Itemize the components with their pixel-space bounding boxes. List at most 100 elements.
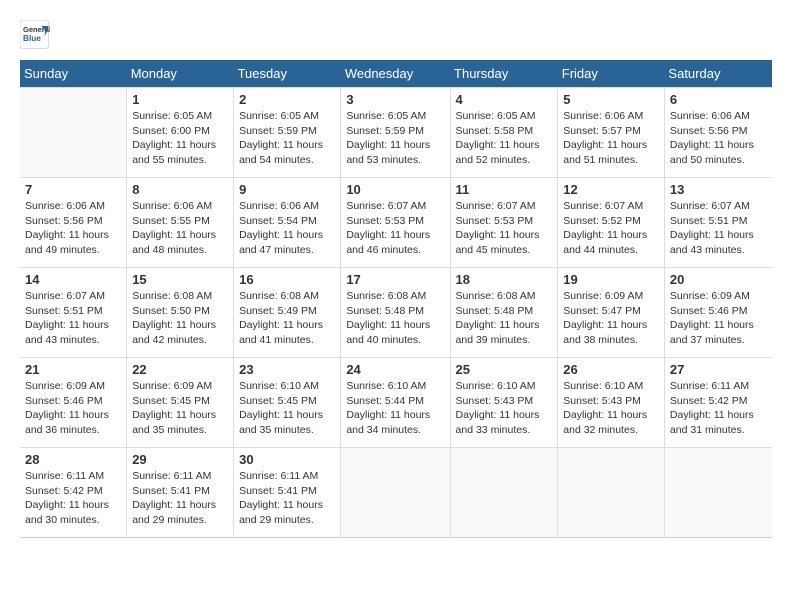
day-number: 13 — [670, 182, 767, 197]
calendar-cell: 30 Sunrise: 6:11 AMSunset: 5:41 PMDayligh… — [234, 448, 341, 538]
weekday-header-tuesday: Tuesday — [234, 60, 341, 88]
day-number: 19 — [563, 272, 659, 287]
calendar-week-2: 14 Sunrise: 6:07 AMSunset: 5:51 PMDayligh… — [20, 268, 772, 358]
day-info: Sunrise: 6:09 AMSunset: 5:46 PMDaylight:… — [25, 379, 121, 438]
day-info: Sunrise: 6:08 AMSunset: 5:49 PMDaylight:… — [239, 289, 335, 348]
day-number: 17 — [346, 272, 444, 287]
day-number: 30 — [239, 452, 335, 467]
calendar-cell: 24 Sunrise: 6:10 AMSunset: 5:44 PMDayligh… — [341, 358, 450, 448]
calendar-cell: 9 Sunrise: 6:06 AMSunset: 5:54 PMDaylight… — [234, 178, 341, 268]
svg-text:Blue: Blue — [23, 34, 41, 43]
day-info: Sunrise: 6:06 AMSunset: 5:56 PMDaylight:… — [25, 199, 121, 258]
day-number: 6 — [670, 92, 767, 107]
day-number: 1 — [132, 92, 228, 107]
calendar-cell: 10 Sunrise: 6:07 AMSunset: 5:53 PMDayligh… — [341, 178, 450, 268]
calendar-cell: 17 Sunrise: 6:08 AMSunset: 5:48 PMDayligh… — [341, 268, 450, 358]
calendar-cell: 11 Sunrise: 6:07 AMSunset: 5:53 PMDayligh… — [450, 178, 558, 268]
day-info: Sunrise: 6:07 AMSunset: 5:53 PMDaylight:… — [346, 199, 444, 258]
day-info: Sunrise: 6:05 AMSunset: 5:59 PMDaylight:… — [239, 109, 335, 168]
day-info: Sunrise: 6:06 AMSunset: 5:55 PMDaylight:… — [132, 199, 228, 258]
day-number: 4 — [456, 92, 553, 107]
day-info: Sunrise: 6:06 AMSunset: 5:57 PMDaylight:… — [563, 109, 659, 168]
day-info: Sunrise: 6:10 AMSunset: 5:43 PMDaylight:… — [456, 379, 553, 438]
day-info: Sunrise: 6:06 AMSunset: 5:56 PMDaylight:… — [670, 109, 767, 168]
day-info: Sunrise: 6:05 AMSunset: 5:59 PMDaylight:… — [346, 109, 444, 168]
calendar-cell: 18Sunrise: 6:08 AMSunset: 5:48 PMDayligh… — [450, 268, 558, 358]
day-info: Sunrise: 6:11 AMSunset: 5:42 PMDaylight:… — [670, 379, 767, 438]
logo-icon: General Blue — [20, 20, 50, 50]
calendar-cell: 5Sunrise: 6:06 AMSunset: 5:57 PMDaylight… — [558, 88, 665, 178]
day-number: 3 — [346, 92, 444, 107]
calendar-cell: 8 Sunrise: 6:06 AMSunset: 5:55 PMDaylight… — [127, 178, 234, 268]
day-number: 27 — [670, 362, 767, 377]
weekday-header-friday: Friday — [558, 60, 665, 88]
calendar-cell: 4 Sunrise: 6:05 AMSunset: 5:58 PMDaylight… — [450, 88, 558, 178]
day-info: Sunrise: 6:08 AMSunset: 5:50 PMDaylight:… — [132, 289, 228, 348]
day-number: 20 — [670, 272, 767, 287]
calendar-cell: 15 Sunrise: 6:08 AMSunset: 5:50 PMDayligh… — [127, 268, 234, 358]
calendar-cell: 22 Sunrise: 6:09 AMSunset: 5:45 PMDayligh… — [127, 358, 234, 448]
day-info: Sunrise: 6:10 AMSunset: 5:43 PMDaylight:… — [563, 379, 659, 438]
day-number: 25 — [456, 362, 553, 377]
day-number: 10 — [346, 182, 444, 197]
day-info: Sunrise: 6:05 AMSunset: 6:00 PMDaylight:… — [132, 109, 228, 168]
day-number: 7 — [25, 182, 121, 197]
day-info: Sunrise: 6:06 AMSunset: 5:54 PMDaylight:… — [239, 199, 335, 258]
day-number: 2 — [239, 92, 335, 107]
calendar-cell: 1 Sunrise: 6:05 AMSunset: 6:00 PMDaylight… — [127, 88, 234, 178]
calendar-cell — [664, 448, 772, 538]
day-info: Sunrise: 6:11 AMSunset: 5:41 PMDaylight:… — [132, 469, 228, 528]
day-number: 28 — [25, 452, 121, 467]
calendar-cell: 7 Sunrise: 6:06 AMSunset: 5:56 PMDaylight… — [20, 178, 127, 268]
weekday-header-thursday: Thursday — [450, 60, 558, 88]
day-info: Sunrise: 6:10 AMSunset: 5:45 PMDaylight:… — [239, 379, 335, 438]
day-number: 26 — [563, 362, 659, 377]
day-number: 18 — [456, 272, 553, 287]
day-info: Sunrise: 6:08 AMSunset: 5:48 PMDaylight:… — [346, 289, 444, 348]
day-number: 15 — [132, 272, 228, 287]
calendar-cell: 25 Sunrise: 6:10 AMSunset: 5:43 PMDayligh… — [450, 358, 558, 448]
calendar-table: SundayMondayTuesdayWednesdayThursdayFrid… — [20, 60, 772, 538]
day-number: 14 — [25, 272, 121, 287]
calendar-cell — [341, 448, 450, 538]
calendar-cell: 2 Sunrise: 6:05 AMSunset: 5:59 PMDaylight… — [234, 88, 341, 178]
calendar-cell: 20Sunrise: 6:09 AMSunset: 5:46 PMDayligh… — [664, 268, 772, 358]
calendar-week-1: 7 Sunrise: 6:06 AMSunset: 5:56 PMDaylight… — [20, 178, 772, 268]
day-info: Sunrise: 6:07 AMSunset: 5:51 PMDaylight:… — [25, 289, 121, 348]
day-number: 12 — [563, 182, 659, 197]
calendar-cell — [558, 448, 665, 538]
page-header: General Blue — [20, 20, 772, 50]
day-info: Sunrise: 6:07 AMSunset: 5:52 PMDaylight:… — [563, 199, 659, 258]
day-info: Sunrise: 6:07 AMSunset: 5:53 PMDaylight:… — [456, 199, 553, 258]
calendar-cell: 3 Sunrise: 6:05 AMSunset: 5:59 PMDaylight… — [341, 88, 450, 178]
day-number: 11 — [456, 182, 553, 197]
day-info: Sunrise: 6:05 AMSunset: 5:58 PMDaylight:… — [456, 109, 553, 168]
weekday-header-wednesday: Wednesday — [341, 60, 450, 88]
calendar-body: 1 Sunrise: 6:05 AMSunset: 6:00 PMDaylight… — [20, 88, 772, 538]
day-info: Sunrise: 6:09 AMSunset: 5:47 PMDaylight:… — [563, 289, 659, 348]
logo: General Blue — [20, 20, 54, 50]
calendar-cell: 29Sunrise: 6:11 AMSunset: 5:41 PMDayligh… — [127, 448, 234, 538]
calendar-cell: 6 Sunrise: 6:06 AMSunset: 5:56 PMDaylight… — [664, 88, 772, 178]
calendar-cell — [20, 88, 127, 178]
day-info: Sunrise: 6:11 AMSunset: 5:42 PMDaylight:… — [25, 469, 121, 528]
weekday-header-row: SundayMondayTuesdayWednesdayThursdayFrid… — [20, 60, 772, 88]
calendar-week-3: 21Sunrise: 6:09 AMSunset: 5:46 PMDayligh… — [20, 358, 772, 448]
calendar-cell: 23Sunrise: 6:10 AMSunset: 5:45 PMDayligh… — [234, 358, 341, 448]
day-info: Sunrise: 6:11 AMSunset: 5:41 PMDaylight:… — [239, 469, 335, 528]
weekday-header-monday: Monday — [127, 60, 234, 88]
calendar-week-0: 1 Sunrise: 6:05 AMSunset: 6:00 PMDaylight… — [20, 88, 772, 178]
day-number: 24 — [346, 362, 444, 377]
calendar-cell: 28 Sunrise: 6:11 AMSunset: 5:42 PMDayligh… — [20, 448, 127, 538]
day-number: 22 — [132, 362, 228, 377]
calendar-cell: 12 Sunrise: 6:07 AMSunset: 5:52 PMDayligh… — [558, 178, 665, 268]
calendar-cell: 13Sunrise: 6:07 AMSunset: 5:51 PMDayligh… — [664, 178, 772, 268]
calendar-cell — [450, 448, 558, 538]
weekday-header-saturday: Saturday — [664, 60, 772, 88]
day-info: Sunrise: 6:09 AMSunset: 5:45 PMDaylight:… — [132, 379, 228, 438]
day-number: 9 — [239, 182, 335, 197]
calendar-cell: 21Sunrise: 6:09 AMSunset: 5:46 PMDayligh… — [20, 358, 127, 448]
day-info: Sunrise: 6:10 AMSunset: 5:44 PMDaylight:… — [346, 379, 444, 438]
day-number: 8 — [132, 182, 228, 197]
day-number: 16 — [239, 272, 335, 287]
